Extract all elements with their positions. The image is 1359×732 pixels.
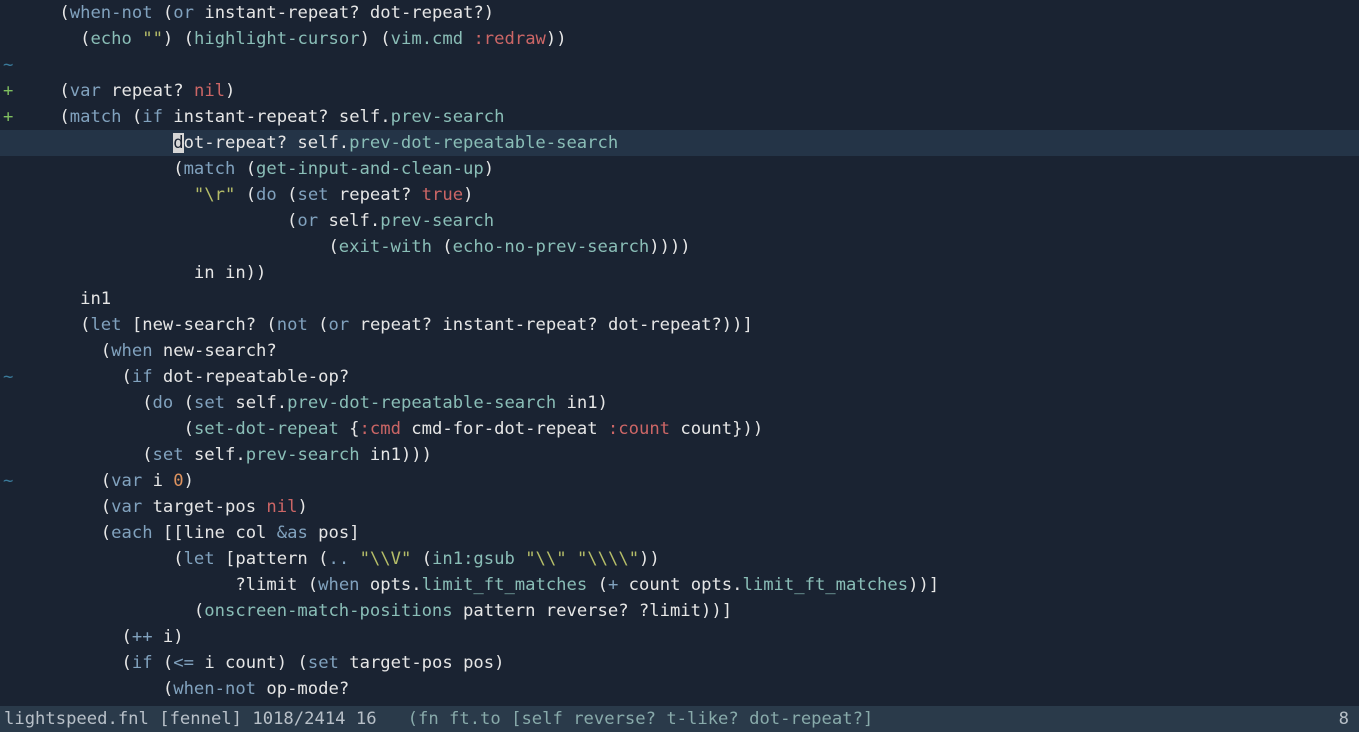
- code-content: (when-not (or instant-repeat? dot-repeat…: [18, 0, 494, 26]
- diff-add-marker: +: [0, 78, 18, 104]
- code-line[interactable]: (exit-with (echo-no-prev-search)))): [0, 234, 1359, 260]
- code-line[interactable]: (or self.prev-search: [0, 208, 1359, 234]
- code-line[interactable]: ~ (var i 0): [0, 468, 1359, 494]
- code-line[interactable]: (var target-pos nil): [0, 494, 1359, 520]
- code-content: (++ i): [18, 624, 184, 650]
- code-content: (onscreen-match-positions pattern revers…: [18, 598, 732, 624]
- code-line[interactable]: ~: [0, 52, 1359, 78]
- code-content: (let [pattern (.. "\\V" (in1:gsub "\\" "…: [18, 546, 660, 572]
- code-line[interactable]: (when-not (or instant-repeat? dot-repeat…: [0, 0, 1359, 26]
- code-line[interactable]: + (match (if instant-repeat? self.prev-s…: [0, 104, 1359, 130]
- diff-add-marker: +: [0, 104, 18, 130]
- code-content: (var repeat? nil): [18, 78, 235, 104]
- code-line[interactable]: (set self.prev-search in1))): [0, 442, 1359, 468]
- fold-marker: ~: [0, 52, 18, 78]
- code-line[interactable]: ?limit (when opts.limit_ft_matches (+ co…: [0, 572, 1359, 598]
- code-content: "\r" (do (set repeat? true): [18, 182, 473, 208]
- code-line[interactable]: + (var repeat? nil): [0, 78, 1359, 104]
- code-content: (var i 0): [18, 468, 194, 494]
- code-line[interactable]: (when new-search?: [0, 338, 1359, 364]
- status-position: 1018/2414 16: [252, 706, 376, 732]
- code-line[interactable]: (match (get-input-and-clean-up): [0, 156, 1359, 182]
- code-content: (or self.prev-search: [18, 208, 494, 234]
- code-content: ?limit (when opts.limit_ft_matches (+ co…: [18, 572, 939, 598]
- code-line[interactable]: (set-dot-repeat {:cmd cmd-for-dot-repeat…: [0, 416, 1359, 442]
- code-line[interactable]: (if (<= i count) (set target-pos pos): [0, 650, 1359, 676]
- code-line[interactable]: ~ (if dot-repeatable-op?: [0, 364, 1359, 390]
- status-context: (fn ft.to [self reverse? t-like? dot-rep…: [408, 706, 874, 732]
- fold-marker: ~: [0, 364, 18, 390]
- code-content: (when new-search?: [18, 338, 277, 364]
- code-content: dot-repeat? self.prev-dot-repeatable-sea…: [18, 130, 618, 156]
- code-content: (exit-with (echo-no-prev-search)))): [18, 234, 691, 260]
- code-content: in1: [18, 286, 111, 312]
- code-editor[interactable]: (when-not (or instant-repeat? dot-repeat…: [0, 0, 1359, 706]
- code-line[interactable]: (when-not op-mode?: [0, 676, 1359, 702]
- code-line[interactable]: in in)): [0, 260, 1359, 286]
- code-line[interactable]: (do (set self.prev-dot-repeatable-search…: [0, 390, 1359, 416]
- code-line[interactable]: (let [pattern (.. "\\V" (in1:gsub "\\" "…: [0, 546, 1359, 572]
- code-content: (set-dot-repeat {:cmd cmd-for-dot-repeat…: [18, 416, 763, 442]
- code-line[interactable]: in1: [0, 286, 1359, 312]
- code-content: (when-not op-mode?: [18, 676, 349, 702]
- code-content: (match (if instant-repeat? self.prev-sea…: [18, 104, 504, 130]
- code-content: (each [[line col &as pos]: [18, 520, 360, 546]
- status-line: lightspeed.fnl [fennel] 1018/2414 16 (fn…: [0, 706, 1359, 732]
- fold-marker: ~: [0, 468, 18, 494]
- code-content: (if dot-repeatable-op?: [18, 364, 349, 390]
- status-right: 8: [1339, 706, 1355, 732]
- code-line[interactable]: (each [[line col &as pos]: [0, 520, 1359, 546]
- code-content: in in)): [18, 260, 266, 286]
- code-line[interactable]: (++ i): [0, 624, 1359, 650]
- code-line[interactable]: (onscreen-match-positions pattern revers…: [0, 598, 1359, 624]
- code-content: (if (<= i count) (set target-pos pos): [18, 650, 504, 676]
- code-line[interactable]: (let [new-search? (not (or repeat? insta…: [0, 312, 1359, 338]
- code-content: (do (set self.prev-dot-repeatable-search…: [18, 390, 608, 416]
- cursor: d: [173, 133, 183, 153]
- code-content: (echo "") (highlight-cursor) (vim.cmd :r…: [18, 26, 567, 52]
- code-content: (set self.prev-search in1))): [18, 442, 432, 468]
- code-line[interactable]: (echo "") (highlight-cursor) (vim.cmd :r…: [0, 26, 1359, 52]
- code-line[interactable]: dot-repeat? self.prev-dot-repeatable-sea…: [0, 130, 1359, 156]
- code-content: (var target-pos nil): [18, 494, 308, 520]
- code-content: (let [new-search? (not (or repeat? insta…: [18, 312, 753, 338]
- code-line[interactable]: "\r" (do (set repeat? true): [0, 182, 1359, 208]
- status-filetype: [fennel]: [159, 706, 242, 732]
- status-filename: lightspeed.fnl: [4, 706, 149, 732]
- code-content: (match (get-input-and-clean-up): [18, 156, 494, 182]
